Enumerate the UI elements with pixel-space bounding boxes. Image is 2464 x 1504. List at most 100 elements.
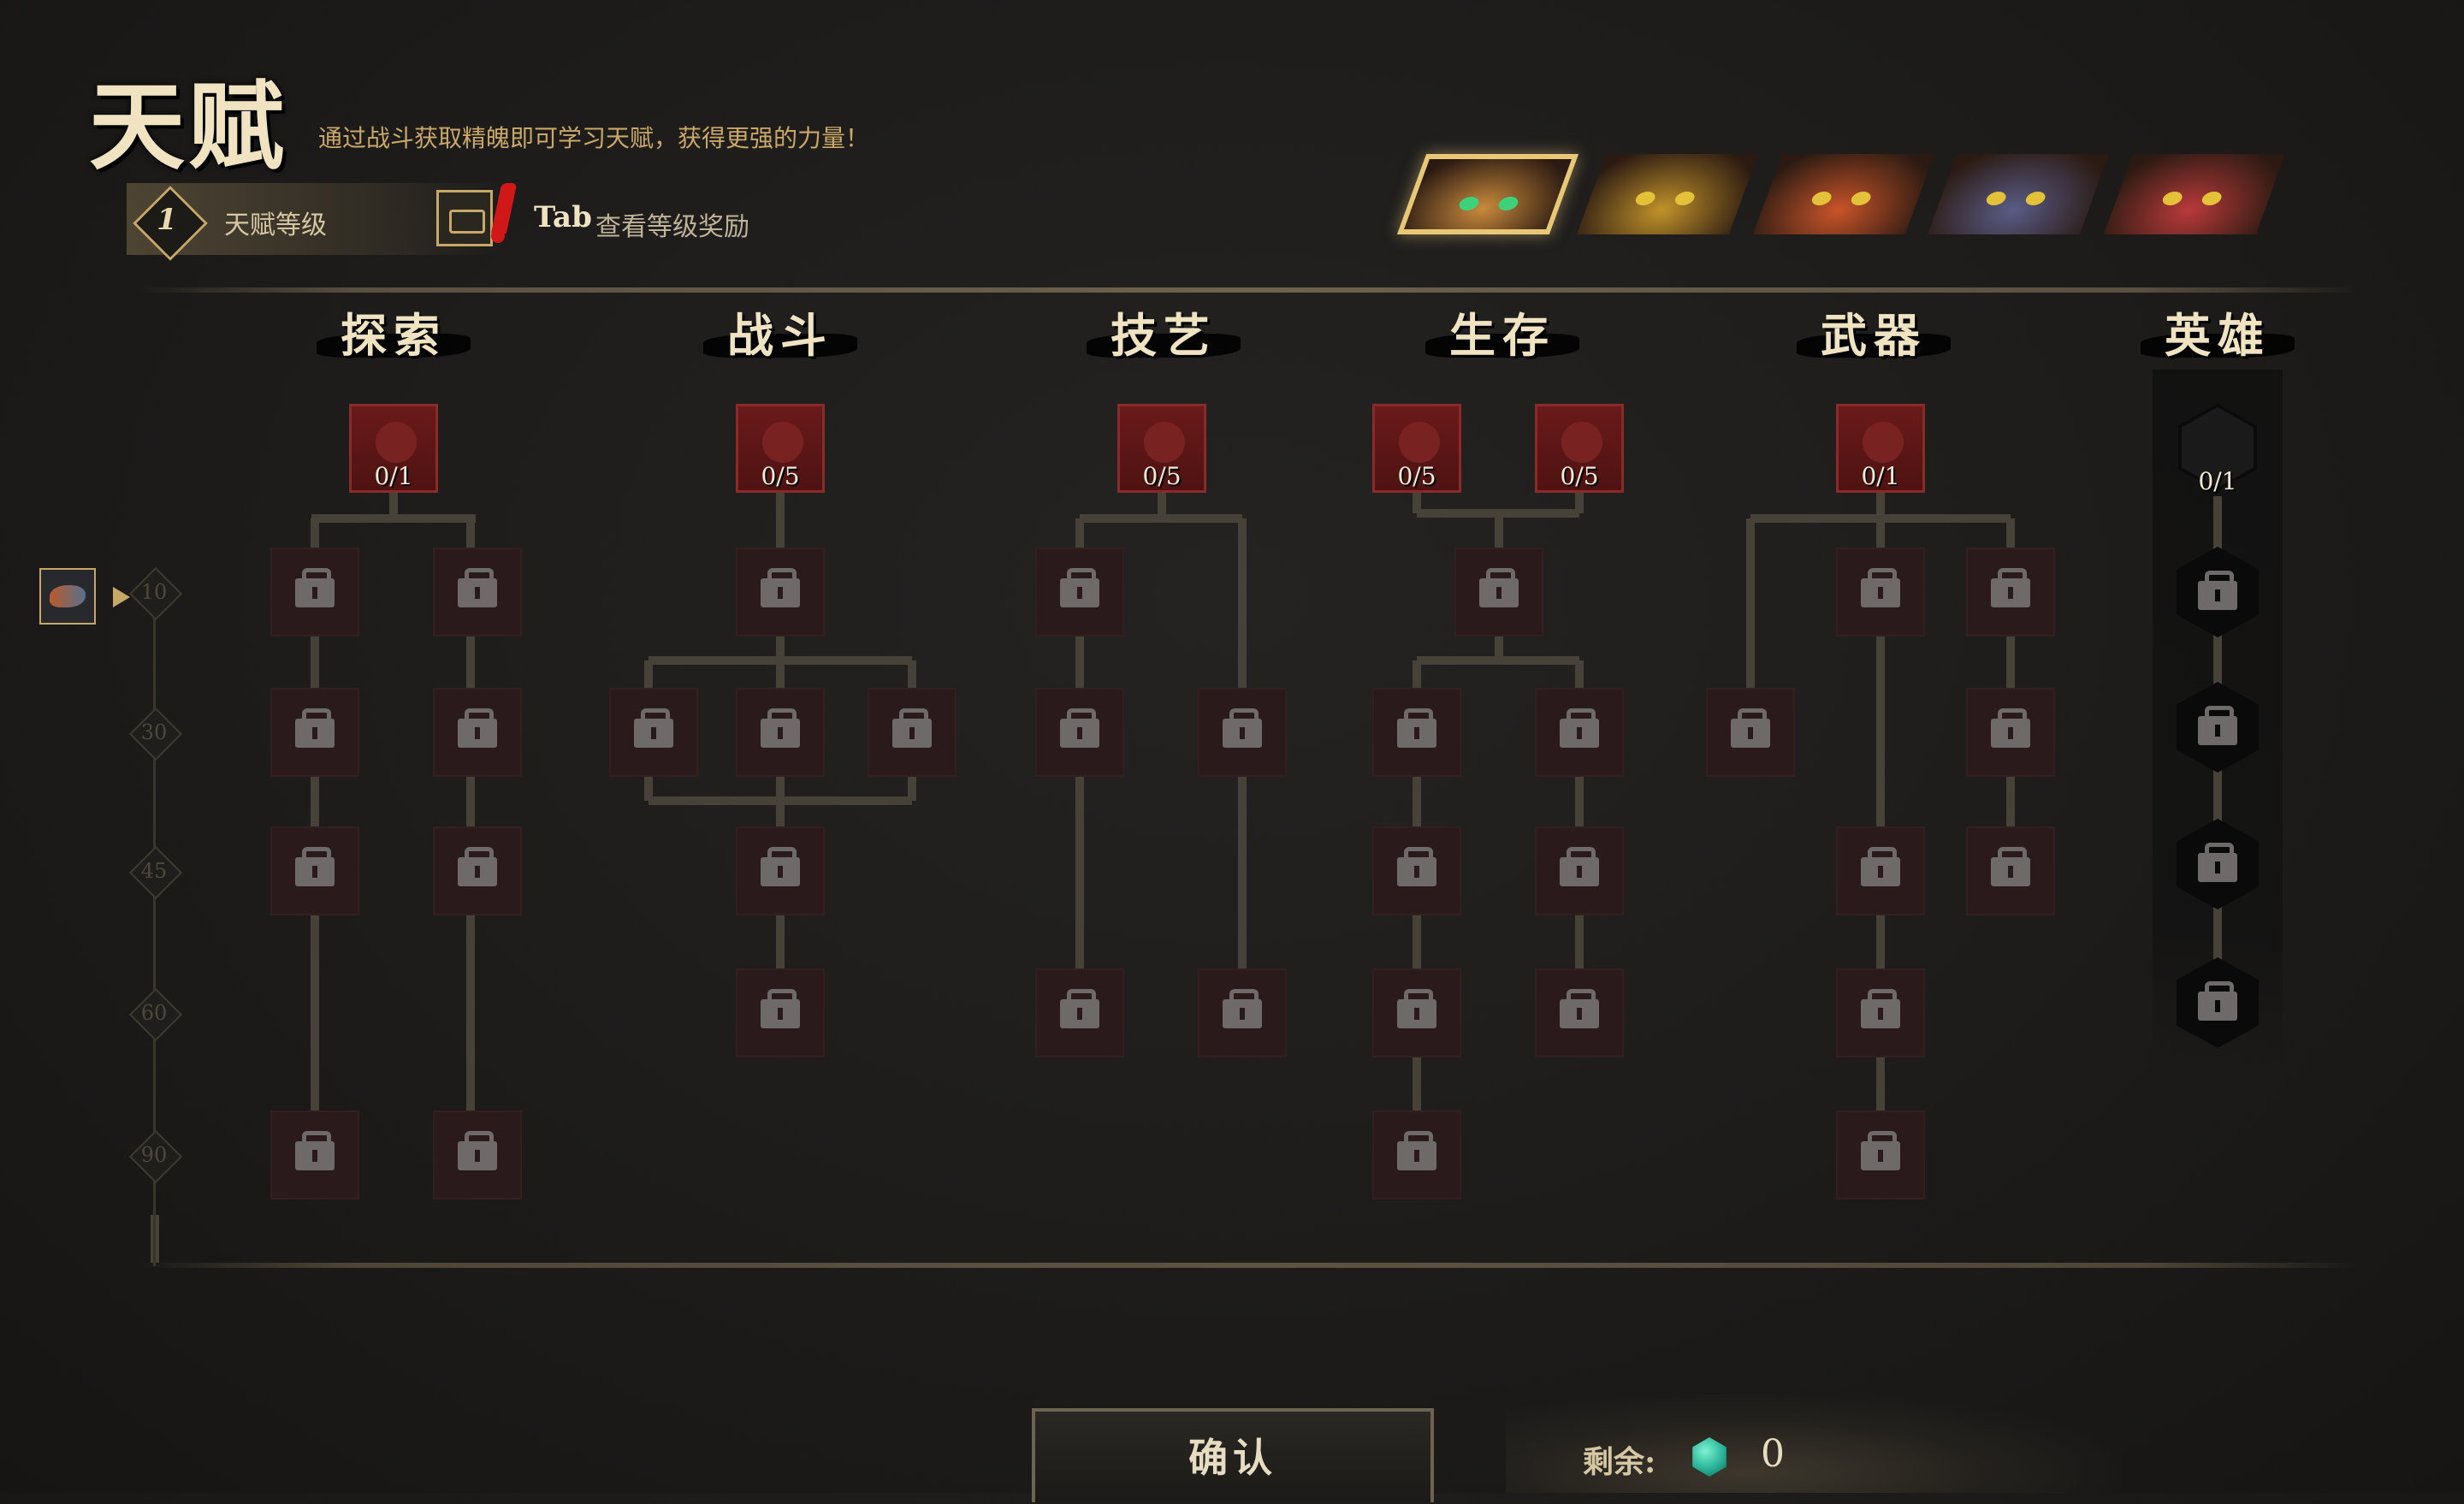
padlock-icon xyxy=(1560,708,1599,748)
locked-talent-node[interactable] xyxy=(270,548,359,637)
root-talent-craft[interactable]: 0/5 xyxy=(1117,404,1206,493)
alert-exclamation-dot-icon xyxy=(491,229,505,243)
padlock-icon xyxy=(1991,847,2030,886)
hero-portrait-wolf[interactable] xyxy=(1927,154,2110,234)
level-reward-chest-icon[interactable] xyxy=(436,190,493,246)
locked-talent-node[interactable] xyxy=(1535,968,1624,1057)
category-label: 技艺 xyxy=(1111,308,1217,363)
locked-talent-node[interactable] xyxy=(1035,548,1124,637)
locked-talent-node[interactable] xyxy=(868,688,957,777)
padlock-icon xyxy=(458,1131,497,1170)
hero-portrait-cat[interactable] xyxy=(1396,154,1579,234)
locked-talent-node[interactable] xyxy=(1836,826,1925,915)
padlock-icon xyxy=(295,847,335,886)
tab-key-hint: Tab xyxy=(534,200,592,234)
padlock-icon xyxy=(1731,708,1770,748)
locked-talent-node[interactable] xyxy=(736,968,825,1057)
locked-talent-node[interactable] xyxy=(1372,1110,1461,1199)
locked-talent-node[interactable] xyxy=(1706,688,1795,777)
padlock-icon xyxy=(295,708,335,748)
locked-talent-node[interactable] xyxy=(1535,826,1624,915)
current-level-arrow-icon xyxy=(113,587,130,607)
root-talent-weapon[interactable]: 0/1 xyxy=(1836,404,1925,493)
talent-count: 0/1 xyxy=(374,462,413,490)
locked-talent-node[interactable] xyxy=(1198,688,1287,777)
padlock-icon xyxy=(1861,989,1900,1028)
padlock-icon xyxy=(295,1131,335,1170)
category-header-craft: 技艺 xyxy=(1078,298,1249,366)
remaining-label: 剩余: xyxy=(1583,1444,1656,1480)
talent-count: 0/1 xyxy=(1861,462,1900,490)
hero-face-icon xyxy=(1404,159,1572,229)
locked-talent-node[interactable] xyxy=(270,1110,359,1199)
padlock-icon xyxy=(761,847,800,886)
padlock-icon xyxy=(1479,568,1519,607)
padlock-icon xyxy=(1991,708,2030,748)
root-talent-explore[interactable]: 0/1 xyxy=(349,404,438,493)
padlock-icon xyxy=(1861,568,1900,607)
footer-divider xyxy=(137,1263,2361,1268)
locked-talent-node[interactable] xyxy=(736,688,825,777)
view-level-rewards-hint[interactable]: 查看等级奖励 xyxy=(595,205,749,243)
hero-face-icon xyxy=(1927,154,2110,234)
locked-talent-node[interactable] xyxy=(1035,968,1124,1057)
padlock-icon xyxy=(1060,708,1099,748)
padlock-icon xyxy=(1223,708,1262,748)
locked-talent-node[interactable] xyxy=(1454,548,1543,637)
hero-portrait-tiger[interactable] xyxy=(1576,154,1759,234)
medical-cross-icon xyxy=(1399,422,1440,463)
padlock-icon xyxy=(1223,989,1262,1028)
padlock-icon xyxy=(2198,571,2237,610)
level-marker: 10 xyxy=(128,566,183,621)
locked-talent-node[interactable] xyxy=(1372,688,1461,777)
padlock-icon xyxy=(2198,843,2237,882)
locked-talent-node[interactable] xyxy=(433,1110,522,1199)
padlock-icon xyxy=(761,568,800,607)
locked-talent-node[interactable] xyxy=(1372,826,1461,915)
locked-talent-node[interactable] xyxy=(433,826,522,915)
hero-face-icon xyxy=(1576,154,1759,234)
locked-talent-node[interactable] xyxy=(1035,688,1124,777)
root-talent-survival[interactable]: 0/5 xyxy=(1372,404,1461,493)
root-talent-survival[interactable]: 0/5 xyxy=(1535,404,1624,493)
talent-count: 0/5 xyxy=(1560,462,1599,490)
category-header-weapon: 武器 xyxy=(1788,298,1959,366)
level-marker: 60 xyxy=(128,987,183,1042)
category-label: 武器 xyxy=(1821,308,1927,363)
category-header-survival: 生存 xyxy=(1417,298,1588,366)
locked-talent-node[interactable] xyxy=(736,826,825,915)
talent-screen: 天赋 通过战斗获取精魄即可学习天赋，获得更强的力量！ 1 天赋等级 Tab 查看… xyxy=(0,0,2464,1502)
padlock-icon xyxy=(1560,847,1599,886)
category-header-explore: 探索 xyxy=(308,298,479,366)
locked-talent-node[interactable] xyxy=(1198,968,1287,1057)
talent-count: 0/5 xyxy=(1397,462,1436,490)
locked-talent-node[interactable] xyxy=(1966,548,2055,637)
page-title: 天赋 xyxy=(89,71,287,183)
category-label: 探索 xyxy=(341,308,447,363)
locked-talent-node[interactable] xyxy=(270,688,359,777)
locked-talent-node[interactable] xyxy=(1836,968,1925,1057)
locked-talent-node[interactable] xyxy=(433,688,522,777)
padlock-icon xyxy=(1397,989,1436,1028)
locked-talent-node[interactable] xyxy=(609,688,698,777)
talent-count: 0/5 xyxy=(761,462,800,490)
talent-count: 0/5 xyxy=(1142,462,1182,490)
remaining-value: 0 xyxy=(1761,1432,1785,1476)
confirm-button[interactable]: 确认 xyxy=(1032,1408,1434,1502)
locked-talent-node[interactable] xyxy=(1836,1110,1925,1199)
locked-talent-node[interactable] xyxy=(1372,968,1461,1057)
locked-talent-node[interactable] xyxy=(736,548,825,637)
locked-talent-node[interactable] xyxy=(1966,688,2055,777)
locked-talent-node[interactable] xyxy=(1535,688,1624,777)
locked-talent-node[interactable] xyxy=(270,826,359,915)
hero-portrait-redpanda[interactable] xyxy=(2103,154,2286,234)
root-talent-combat[interactable]: 0/5 xyxy=(736,404,825,493)
hero-portrait-fox[interactable] xyxy=(1752,154,1935,234)
level-marker: 45 xyxy=(128,845,183,900)
level-marker-value: 30 xyxy=(140,720,168,744)
talent-level-label: 天赋等级 xyxy=(224,210,327,240)
category-label: 英雄 xyxy=(2165,308,2271,363)
locked-talent-node[interactable] xyxy=(433,548,522,637)
locked-talent-node[interactable] xyxy=(1836,548,1925,637)
locked-talent-node[interactable] xyxy=(1966,826,2055,915)
